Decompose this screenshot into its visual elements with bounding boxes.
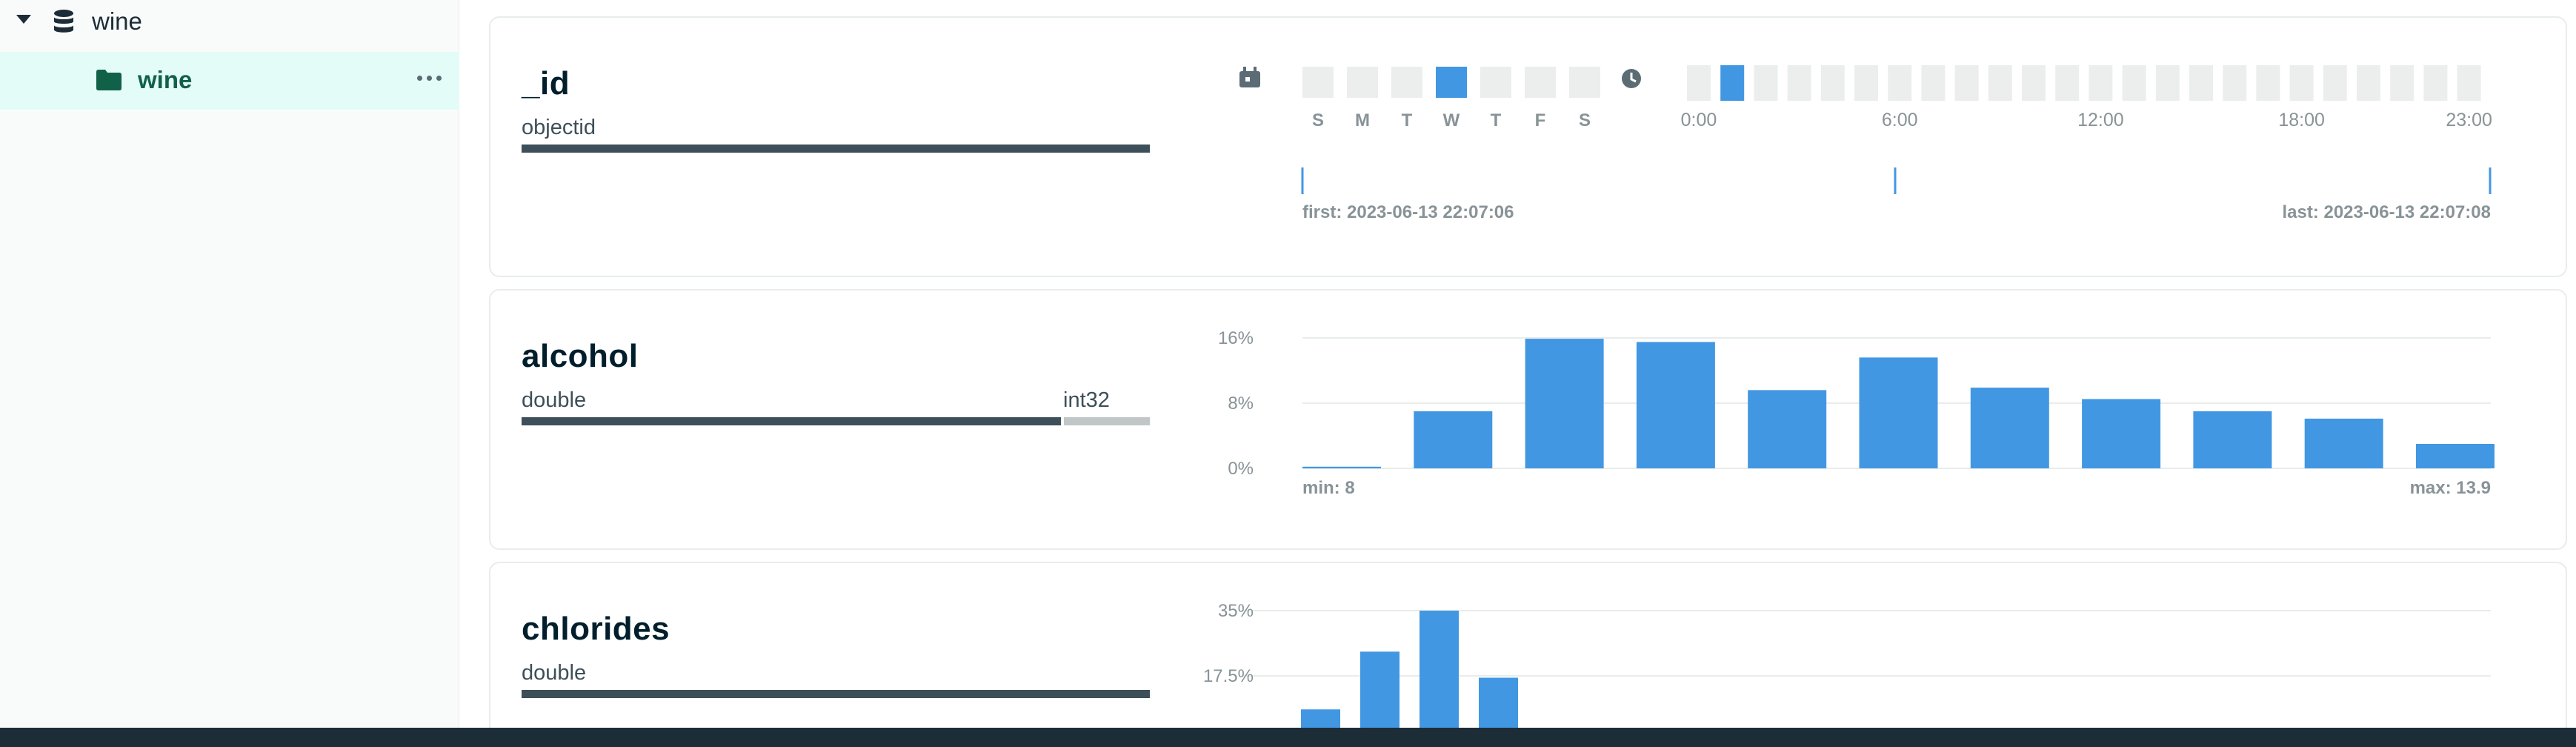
hour-cell (1854, 65, 1878, 101)
weekday-label: W (1443, 110, 1460, 130)
hour-label: 18:00 (2278, 110, 2325, 130)
sidebar-item-collection[interactable]: wine (0, 52, 459, 110)
hour-cell (1720, 65, 1745, 101)
histogram-bar (1525, 339, 1604, 468)
hour-cell (2323, 65, 2347, 101)
hour-cell (1921, 65, 1946, 101)
field-card-alcohol: alcohol double int32 0% 8% 16% min: 8 max: 1… (489, 289, 2567, 550)
alcohol-histogram: 0% 8% 16% min: 8 max: 13.9 (1218, 328, 2495, 498)
y-tick-label: 16% (1218, 328, 1254, 348)
hour-cell (1954, 65, 1979, 101)
hour-cell (2457, 65, 2481, 101)
hour-cell (1687, 65, 1711, 101)
hour-cell (2189, 65, 2213, 101)
histogram-bar (1360, 651, 1400, 738)
weekday-cell (1302, 67, 1334, 98)
max-label: max: 13.9 (2410, 478, 2491, 498)
weekday-cell (1480, 67, 1511, 98)
sidebar-item-database[interactable]: wine (0, 0, 459, 43)
weekday-label: S (1579, 110, 1591, 130)
hour-label: 23:00 (2446, 110, 2492, 130)
histogram-bar (1636, 342, 1715, 468)
min-label: min: 8 (1302, 478, 1355, 498)
caret-down-icon[interactable] (16, 15, 31, 24)
last-date-label: last: 2023-06-13 22:07:08 (2282, 202, 2491, 222)
y-tick-label: 35% (1218, 601, 1254, 621)
folder-icon (96, 70, 122, 90)
weekday-cell (1391, 67, 1422, 98)
database-label: wine (92, 7, 142, 35)
hour-cell (2155, 65, 2180, 101)
collection-label: wine (138, 66, 193, 93)
chlorides-histogram: 17.5% 35% (1203, 601, 2491, 738)
y-tick-label: 0% (1228, 459, 1254, 479)
weekday-cell (1347, 67, 1378, 98)
weekday-label: T (1402, 110, 1413, 130)
weekday-cell (1436, 67, 1467, 98)
app-window: wine wine _id objectid S M T W T F S 0:00 6:00 12… (0, 0, 2576, 747)
hour-cell (1787, 65, 1811, 101)
hour-cell (2423, 65, 2448, 101)
weekday-cell (1525, 67, 1556, 98)
hour-cell (2390, 65, 2414, 101)
histogram-bar (1859, 357, 1938, 468)
weekday-label: M (1355, 110, 1370, 130)
histogram-bar (1748, 390, 1827, 468)
histogram-bar (1420, 611, 1459, 738)
hour-label: 0:00 (1681, 110, 1717, 130)
hour-cell (1888, 65, 1912, 101)
hour-cell (2022, 65, 2046, 101)
hour-cell (2122, 65, 2146, 101)
hour-cell (2289, 65, 2314, 101)
histogram-bar (2416, 444, 2495, 468)
ellipsis-icon[interactable] (417, 73, 442, 83)
database-icon (54, 10, 73, 33)
status-bar (0, 728, 2576, 747)
histogram-bar (2193, 411, 2272, 468)
histogram-bar (1414, 411, 1493, 468)
clock-icon (1622, 69, 1641, 88)
hour-cell (2055, 65, 2080, 101)
sidebar: wine wine (0, 0, 459, 728)
weekday-label: F (1535, 110, 1546, 130)
y-tick-label: 17.5% (1203, 666, 1254, 686)
histogram-bar (2082, 399, 2161, 468)
hour-cell (1820, 65, 1845, 101)
histogram-bar (1970, 388, 2049, 468)
hour-cell (2223, 65, 2247, 101)
calendar-icon (1239, 67, 1260, 87)
first-date-label: first: 2023-06-13 22:07:06 (1302, 202, 1514, 222)
hour-cell (2089, 65, 2113, 101)
weekday-label: S (1312, 110, 1324, 130)
id-date-chart: S M T W T F S 0:00 6:00 12:00 18:00 23:00 first: 202… (1239, 65, 2492, 222)
hour-cell (2256, 65, 2280, 101)
hour-label: 6:00 (1882, 110, 1918, 130)
hour-cell (1754, 65, 1778, 101)
histogram-bar (2304, 418, 2383, 468)
weekday-cell (1569, 67, 1600, 98)
hour-label: 12:00 (2077, 110, 2124, 130)
field-card-id: _id objectid S M T W T F S 0:00 6:00 12:00 18:00 23… (489, 16, 2567, 277)
hour-cell (1988, 65, 2012, 101)
hour-cell (2357, 65, 2380, 101)
weekday-label: T (1491, 110, 1502, 130)
histogram-bar (1302, 466, 1381, 468)
y-tick-label: 8% (1228, 394, 1254, 414)
field-card-chlorides: chlorides double 17.5% 35% (489, 562, 2567, 740)
